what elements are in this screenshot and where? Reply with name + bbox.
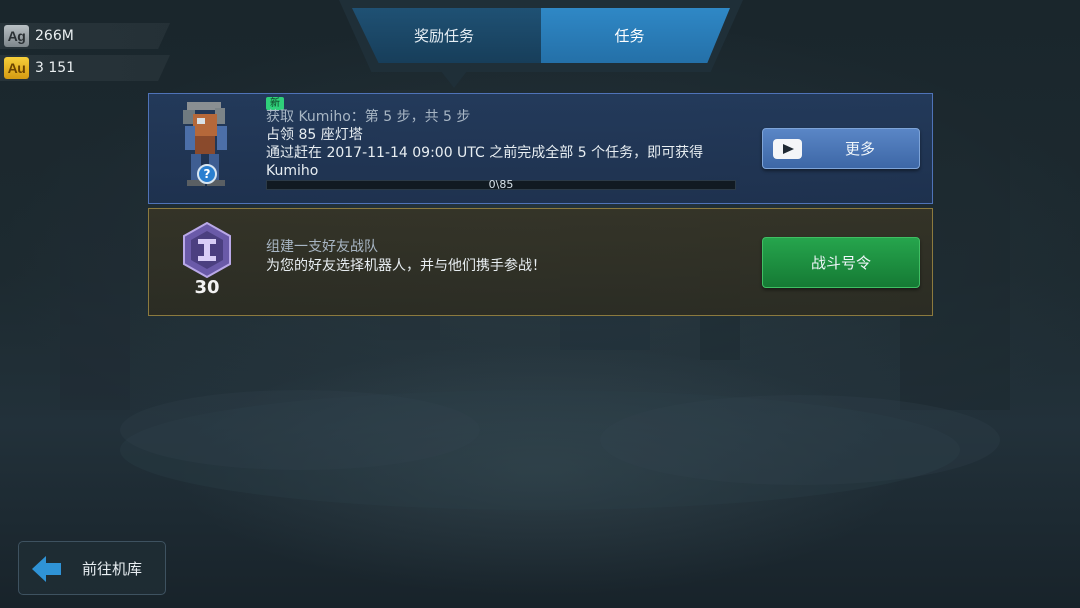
video-play-icon bbox=[773, 139, 802, 159]
gold-icon: Au bbox=[4, 57, 29, 79]
progress-text: 0\85 bbox=[488, 178, 514, 191]
task-description: 通过赶在 2017-11-14 09:00 UTC 之前完成全部 5 个任务，即… bbox=[266, 145, 704, 179]
tab-missions[interactable]: 任务 bbox=[541, 8, 730, 63]
hexagon-medal-icon bbox=[183, 222, 231, 278]
gold-amount: 3 151 bbox=[35, 60, 76, 76]
tab-pointer bbox=[437, 66, 471, 88]
go-to-hangar-label: 前往机库 bbox=[82, 560, 143, 578]
battle-call-button[interactable]: 战斗号令 bbox=[762, 237, 920, 288]
progress-bar: 0\85 bbox=[266, 178, 736, 191]
silver-currency: Ag 266M bbox=[0, 23, 170, 49]
reward-count: 30 bbox=[194, 277, 220, 298]
task-subtitle: 组建一支好友战队 bbox=[266, 239, 378, 255]
task-card-kumiho: ? 新 获取 Kumiho：第 5 步，共 5 步 占领 85 座灯塔 通过赶在… bbox=[148, 93, 933, 204]
arrow-left-icon bbox=[32, 556, 61, 582]
task-title: 占领 85 座灯塔 bbox=[266, 127, 363, 143]
task-subtitle: 获取 Kumiho：第 5 步，共 5 步 bbox=[266, 109, 471, 125]
question-icon[interactable]: ? bbox=[197, 164, 217, 184]
task-description: 为您的好友选择机器人，并与他们携手参战！ bbox=[266, 258, 546, 274]
battle-call-button-label: 战斗号令 bbox=[810, 254, 871, 272]
tab-label: 任务 bbox=[614, 27, 645, 45]
tab-reward-missions[interactable]: 奖励任务 bbox=[352, 8, 542, 63]
more-button[interactable]: 更多 bbox=[762, 128, 920, 169]
silver-amount: 266M bbox=[35, 28, 74, 44]
silver-icon: Ag bbox=[4, 25, 29, 47]
go-to-hangar-button[interactable]: 前往机库 bbox=[18, 541, 166, 595]
tab-label: 奖励任务 bbox=[413, 27, 474, 45]
task-card-friend-squad: 30 组建一支好友战队 为您的好友选择机器人，并与他们携手参战！ 战斗号令 bbox=[148, 208, 933, 316]
more-button-label: 更多 bbox=[844, 140, 875, 158]
gold-currency: Au 3 151 bbox=[0, 55, 170, 81]
play-triangle-icon bbox=[782, 144, 794, 154]
